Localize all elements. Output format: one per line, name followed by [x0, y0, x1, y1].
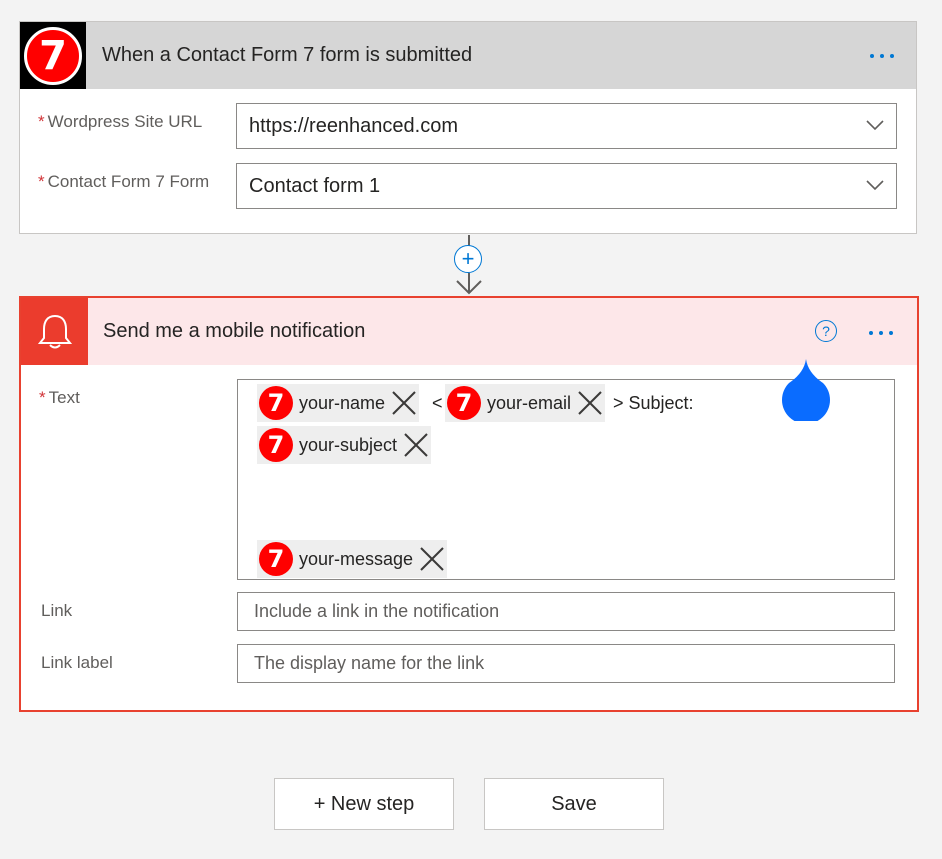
more-dots-icon[interactable]: [870, 54, 894, 58]
flow-designer-canvas: 7 When a Contact Form 7 form is submitte…: [0, 0, 942, 859]
token-your-email[interactable]: 7 your-email: [445, 384, 606, 422]
text-literal-lt: <: [432, 393, 443, 413]
token-your-message[interactable]: 7 your-message: [257, 540, 448, 578]
close-icon[interactable]: [577, 390, 603, 416]
text-literal-subject: > Subject:: [613, 393, 694, 413]
cf7-token-icon: 7: [259, 542, 293, 576]
contact-form-label: * Contact Form 7 Form: [38, 172, 210, 191]
link-field-label: Link: [41, 601, 73, 620]
contact-form-value: Contact form 1: [249, 175, 381, 197]
trigger-title: When a Contact Form 7 form is submitted: [102, 44, 473, 66]
token-label: your-subject: [299, 434, 398, 455]
trigger-card: 7 When a Contact Form 7 form is submitte…: [19, 21, 917, 234]
text-field-label: * Text: [39, 388, 80, 407]
cf7-token-icon: 7: [447, 386, 481, 420]
token-label: your-name: [299, 392, 386, 413]
insert-step-button[interactable]: +: [454, 245, 482, 273]
contact-form-select[interactable]: Contact form 1: [236, 163, 897, 209]
bell-icon: [37, 314, 72, 348]
new-step-button[interactable]: + New step: [274, 778, 454, 830]
close-icon[interactable]: [391, 390, 417, 416]
save-button[interactable]: Save: [484, 778, 664, 830]
link-input[interactable]: Include a link in the notification: [237, 592, 895, 631]
close-icon[interactable]: [419, 546, 445, 572]
plus-icon: +: [461, 246, 475, 271]
link-label-field-label: Link label: [41, 653, 113, 672]
close-icon[interactable]: [403, 432, 429, 458]
chevron-down-icon: [866, 180, 884, 191]
wordpress-site-url-label: * Wordpress Site URL: [38, 112, 203, 131]
cf7-logo-icon: 7: [24, 26, 82, 85]
more-dots-icon[interactable]: [869, 331, 893, 335]
cf7-token-icon: 7: [259, 428, 293, 462]
wordpress-site-url-value: https://reenhanced.com: [249, 115, 459, 137]
wordpress-site-url-select[interactable]: https://reenhanced.com: [236, 103, 897, 149]
drop-cursor-icon: [782, 359, 830, 421]
bell-icon-tile: [21, 298, 88, 365]
token-your-subject[interactable]: 7 your-subject: [257, 426, 432, 464]
contact-form-7-logo: 7: [20, 22, 86, 89]
token-label: your-message: [299, 548, 414, 569]
arrow-down-icon: [456, 273, 482, 295]
token-your-name[interactable]: 7 your-name: [257, 384, 420, 422]
cf7-token-icon: 7: [259, 386, 293, 420]
action-title: Send me a mobile notification: [103, 320, 366, 342]
trigger-header[interactable]: 7 When a Contact Form 7 form is submitte…: [20, 22, 916, 89]
chevron-down-icon: [866, 120, 884, 131]
link-label-input[interactable]: The display name for the link: [237, 644, 895, 683]
action-header[interactable]: Send me a mobile notification ?: [21, 298, 917, 365]
help-icon[interactable]: ?: [815, 320, 837, 342]
token-label: your-email: [487, 392, 572, 413]
